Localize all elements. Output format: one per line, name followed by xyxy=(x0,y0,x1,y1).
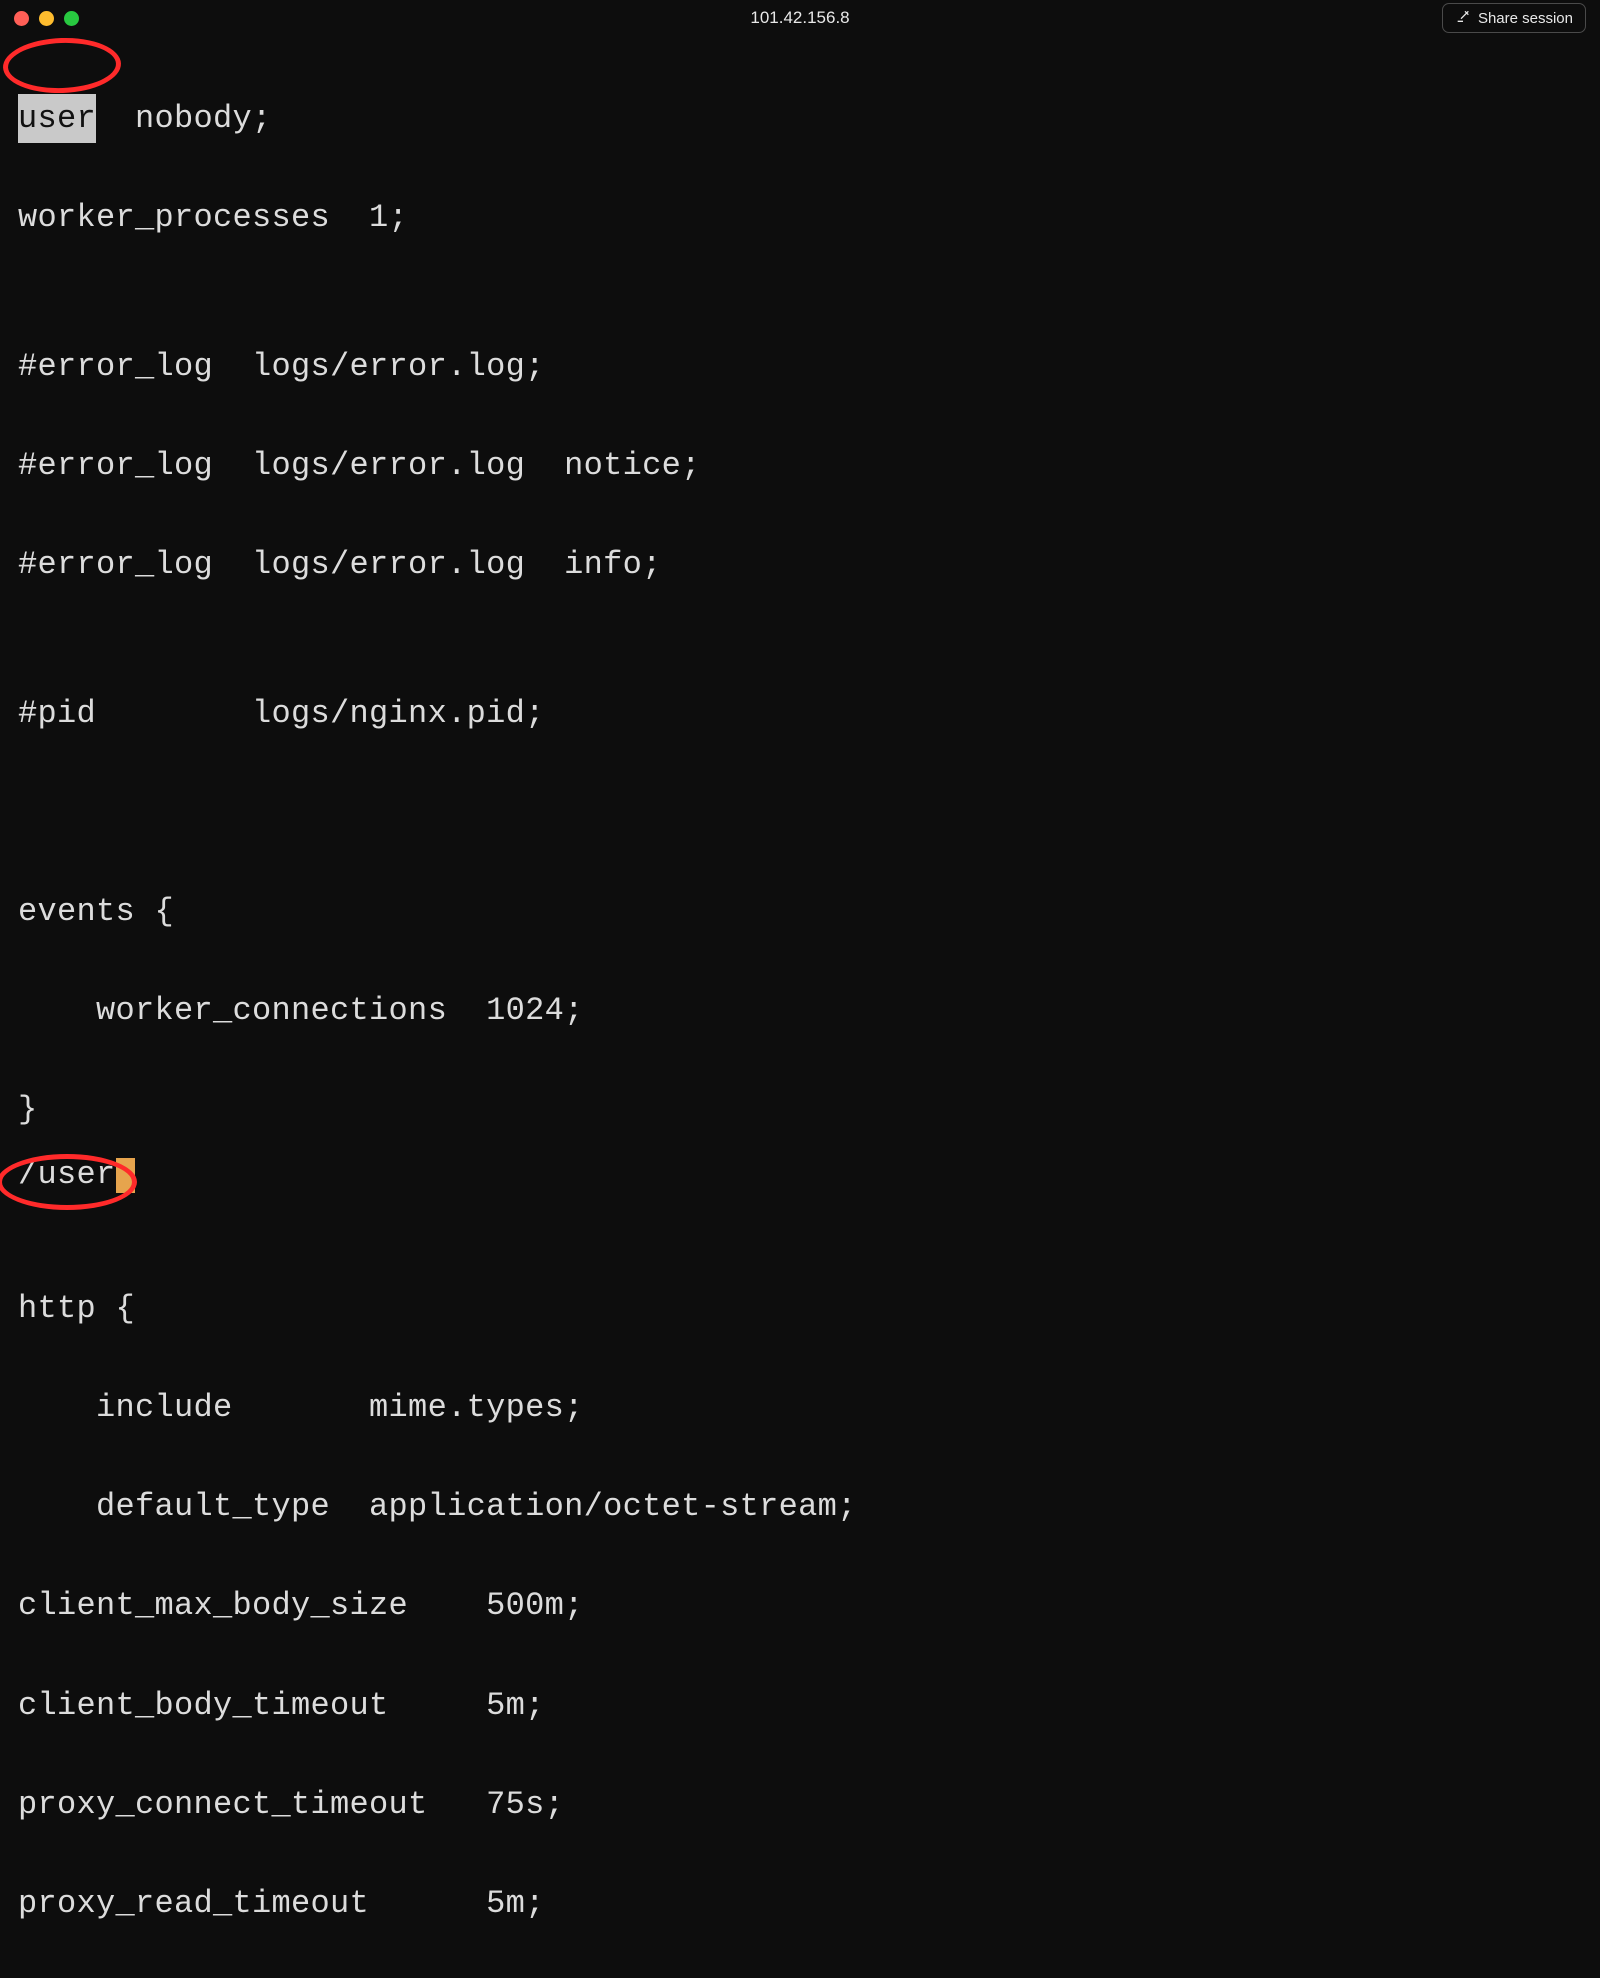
config-line: http { xyxy=(18,1284,1582,1334)
window-title: 101.42.156.8 xyxy=(750,8,849,28)
config-line: } xyxy=(18,1085,1582,1135)
config-line: events { xyxy=(18,887,1582,937)
search-match-highlight: user xyxy=(18,94,96,144)
config-line: include mime.types; xyxy=(18,1383,1582,1433)
close-window-icon[interactable] xyxy=(14,11,29,26)
config-line: worker_connections 1024; xyxy=(18,986,1582,1036)
share-icon xyxy=(1455,8,1471,28)
config-line: client_body_timeout 5m; xyxy=(18,1681,1582,1731)
config-line: proxy_connect_timeout 75s; xyxy=(18,1780,1582,1830)
share-session-button[interactable]: Share session xyxy=(1442,3,1586,33)
minimize-window-icon[interactable] xyxy=(39,11,54,26)
config-line: client_max_body_size 500m; xyxy=(18,1581,1582,1631)
terminal-content[interactable]: user nobody; worker_processes 1; #error_… xyxy=(0,36,1600,1978)
share-session-label: Share session xyxy=(1478,10,1573,27)
config-line: #error_log logs/error.log; xyxy=(18,342,1582,392)
config-line: default_type application/octet-stream; xyxy=(18,1482,1582,1532)
titlebar: 101.42.156.8 Share session xyxy=(0,0,1600,36)
config-line: proxy_read_timeout 5m; xyxy=(18,1879,1582,1929)
config-line: #pid logs/nginx.pid; xyxy=(18,689,1582,739)
window-controls xyxy=(14,11,79,26)
config-line: worker_processes 1; xyxy=(18,193,1582,243)
maximize-window-icon[interactable] xyxy=(64,11,79,26)
vim-command-line[interactable]: /user xyxy=(0,1150,1600,1200)
config-line: user nobody; xyxy=(18,94,1582,144)
config-line: #error_log logs/error.log notice; xyxy=(18,441,1582,491)
search-query: /user xyxy=(18,1150,116,1200)
config-line: #error_log logs/error.log info; xyxy=(18,540,1582,590)
cursor-icon xyxy=(116,1158,136,1193)
